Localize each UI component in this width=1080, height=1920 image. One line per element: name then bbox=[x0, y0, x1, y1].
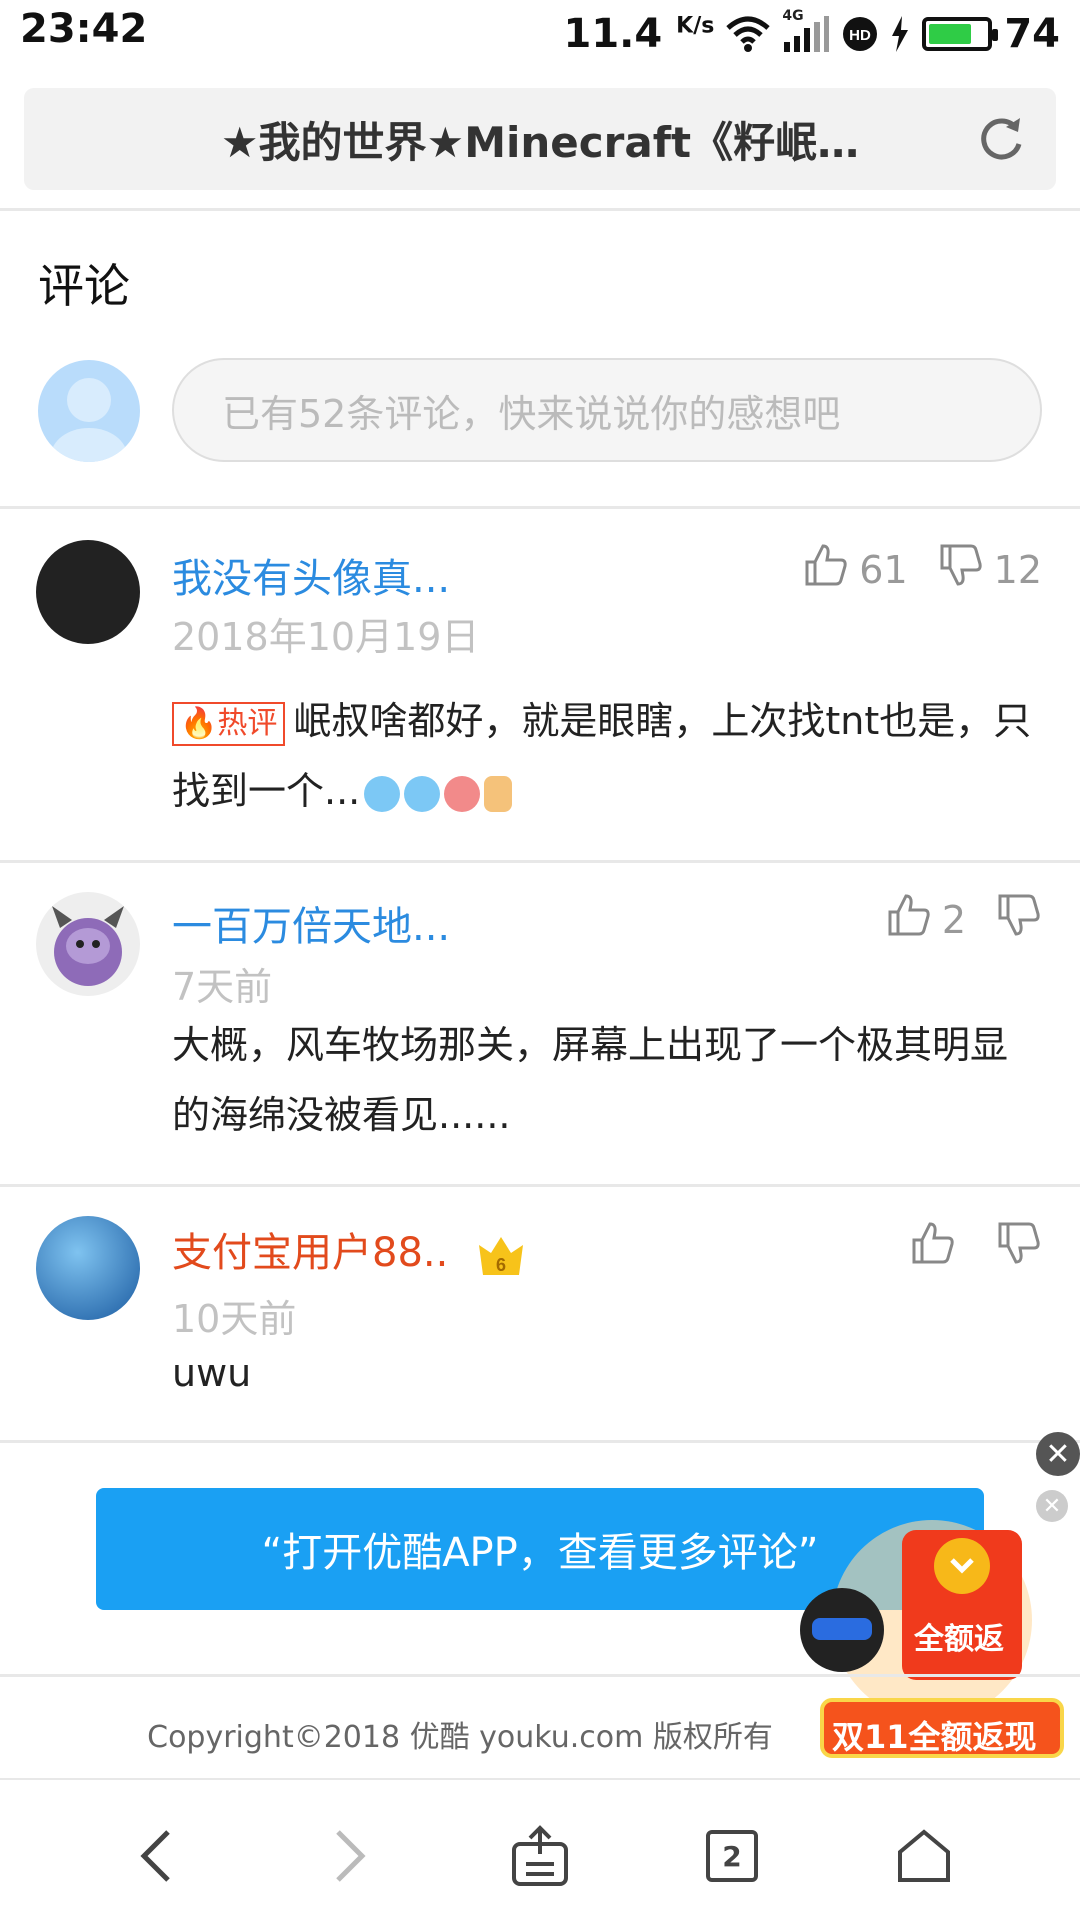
comment-date: 10天前 bbox=[172, 1297, 297, 1341]
hd-icon: HD bbox=[842, 16, 878, 52]
comment-body: 岷叔啥都好，就是眼瞎，上次找tnt也是，只找到一个... bbox=[172, 699, 1032, 813]
thumbs-up-icon[interactable] bbox=[803, 542, 849, 597]
emoji-icon bbox=[404, 775, 441, 812]
like-count: 61 bbox=[859, 547, 908, 592]
comment-text: uwu bbox=[172, 1351, 252, 1395]
comment-text: 🔥热评 岷叔啥都好，就是眼瞎，上次找tnt也是，只找到一个... bbox=[172, 686, 1042, 826]
comment-item: 我没有头像真... 2018年10月19日 61 12 🔥热评 岷叔啥都好，就是眼… bbox=[0, 506, 1080, 862]
signal-icon: 4G bbox=[782, 8, 830, 54]
vip-level-badge: 6 bbox=[475, 1231, 527, 1279]
copyright-text: Copyright©2018 优酷 youku.com 版权所有 bbox=[0, 1712, 1080, 1756]
network-type: 4G bbox=[782, 8, 804, 24]
status-indicators: 11.4 K/s 4G HD 74 bbox=[564, 6, 1061, 62]
comment-item: 支付宝用户88.. 6 10天前 uwu bbox=[0, 1186, 1080, 1440]
like-count: 2 bbox=[941, 897, 966, 942]
comment-actions: 61 12 bbox=[803, 542, 1042, 597]
tab-count: 2 bbox=[706, 1830, 758, 1882]
battery-icon bbox=[922, 17, 999, 51]
back-icon[interactable] bbox=[116, 1816, 196, 1896]
refresh-icon[interactable] bbox=[976, 114, 1026, 164]
copyright-label: Copyright©2018 优酷 youku.com 版权所有 bbox=[147, 1720, 773, 1755]
battery-fill bbox=[929, 24, 971, 44]
charging-icon bbox=[890, 16, 910, 52]
comment-actions bbox=[910, 1220, 1042, 1275]
thumbs-down-icon[interactable] bbox=[938, 542, 984, 597]
hot-label: 热评 bbox=[217, 705, 278, 741]
tabs-button[interactable]: 2 bbox=[692, 1816, 772, 1896]
avatar[interactable] bbox=[36, 1216, 140, 1320]
address-bar[interactable]: ★我的世界★Minecraft《籽岷… bbox=[24, 88, 1056, 190]
browser-toolbar: 2 bbox=[0, 1778, 1080, 1920]
promo-top-text: 全额返 bbox=[914, 1622, 1004, 1657]
comment-author[interactable]: 我没有头像真... bbox=[172, 546, 450, 604]
comment-author-name: 支付宝用户88.. bbox=[172, 1230, 449, 1276]
wifi-icon bbox=[726, 14, 770, 54]
status-bar: 23:42 11.4 K/s 4G HD 74 bbox=[0, 0, 1080, 68]
emoji-icon bbox=[444, 775, 481, 812]
home-icon[interactable] bbox=[884, 1816, 964, 1896]
comment-author[interactable]: 一百万倍天地... bbox=[172, 894, 450, 952]
battery-percent: 74 bbox=[1004, 11, 1060, 57]
comment-text: 大概，风车牧场那关，屏幕上出现了一个极其明显的海绵没被看见...... bbox=[172, 1023, 1009, 1137]
avatar[interactable] bbox=[36, 892, 140, 996]
thumbs-up-icon[interactable] bbox=[886, 892, 932, 947]
thumbs-up-icon[interactable] bbox=[910, 1220, 956, 1275]
comment-item: 一百万倍天地... 7天前 2 大概，风车牧场那关，屏幕上出现了一个极其明显的海… bbox=[0, 862, 1080, 1182]
divider bbox=[0, 1440, 1080, 1443]
network-speed: 11.4 K/s bbox=[564, 11, 715, 57]
comment-date: 2018年10月19日 bbox=[172, 615, 480, 659]
network-speed-value: 11.4 bbox=[563, 11, 663, 57]
comment-input[interactable]: 已有52条评论，快来说说你的感想吧 bbox=[172, 358, 1042, 462]
share-icon[interactable] bbox=[500, 1816, 580, 1896]
close-icon[interactable]: ✕ bbox=[1036, 1432, 1080, 1476]
thumbs-down-icon[interactable] bbox=[996, 1220, 1042, 1275]
page-title: ★我的世界★Minecraft《籽岷… bbox=[220, 117, 860, 167]
divider bbox=[0, 1674, 1080, 1677]
comment-author[interactable]: 支付宝用户88.. 6 bbox=[172, 1220, 527, 1279]
thumbs-down-icon[interactable] bbox=[996, 892, 1042, 947]
thumbs-up-emoji-icon bbox=[484, 775, 513, 812]
status-time: 23:42 bbox=[20, 6, 148, 52]
comment-actions: 2 bbox=[886, 892, 1042, 947]
dislike-count: 12 bbox=[993, 547, 1042, 592]
avatar bbox=[38, 360, 140, 462]
svg-text:HD: HD bbox=[849, 27, 871, 44]
divider bbox=[0, 208, 1080, 211]
hot-comment-badge: 🔥热评 bbox=[172, 701, 286, 746]
forward-icon[interactable] bbox=[310, 1816, 390, 1896]
network-speed-unit: K/s bbox=[676, 13, 715, 39]
avatar[interactable] bbox=[36, 540, 140, 644]
vip-level-value: 6 bbox=[496, 1255, 506, 1275]
comment-date: 7天前 bbox=[172, 965, 273, 1009]
emoji-icon bbox=[364, 775, 401, 812]
comments-title: 评论 bbox=[38, 259, 130, 313]
